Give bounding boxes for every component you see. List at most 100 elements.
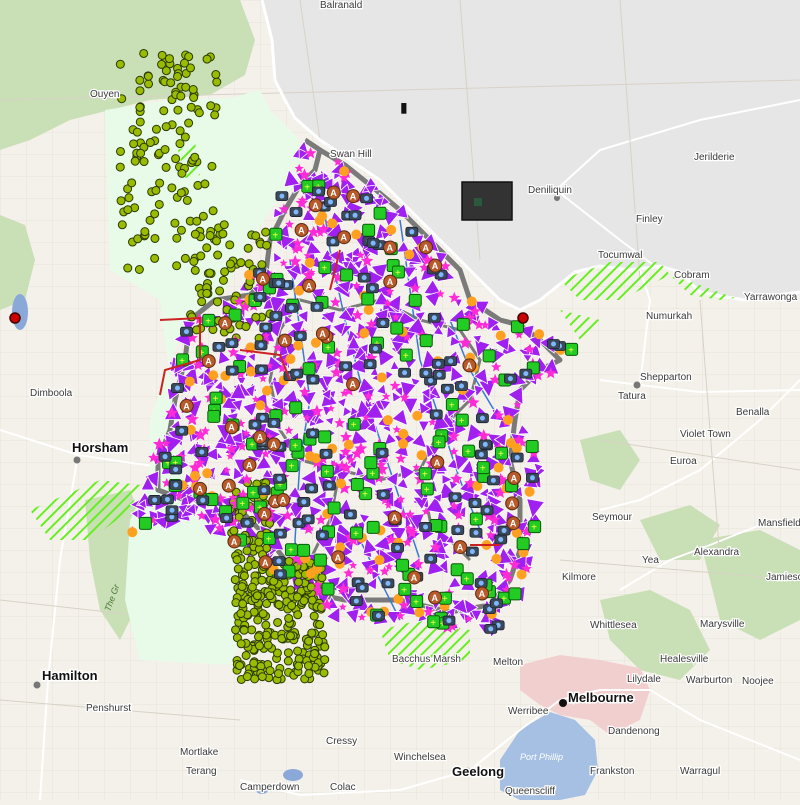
olive-circle-marker[interactable]: [192, 216, 202, 226]
orange-marker[interactable]: [495, 330, 506, 341]
olive-circle-marker[interactable]: [265, 591, 275, 601]
camera-marker[interactable]: [519, 368, 533, 379]
camera-marker[interactable]: [451, 525, 465, 536]
olive-circle-marker[interactable]: [132, 127, 142, 137]
olive-circle-marker[interactable]: [176, 225, 186, 235]
olive-circle-marker[interactable]: [257, 260, 267, 270]
green-square-marker[interactable]: [318, 430, 332, 444]
a-marker[interactable]: A: [253, 430, 268, 445]
camera-marker[interactable]: [375, 447, 389, 458]
olive-circle-marker[interactable]: [283, 648, 293, 658]
green-square-marker[interactable]: [327, 501, 341, 515]
orange-marker[interactable]: [511, 443, 522, 454]
olive-circle-marker[interactable]: [179, 58, 189, 68]
camera-marker[interactable]: [431, 358, 445, 369]
olive-circle-marker[interactable]: [175, 139, 185, 149]
olive-circle-marker[interactable]: [135, 102, 145, 112]
olive-circle-marker[interactable]: [115, 162, 125, 172]
a-marker[interactable]: A: [383, 274, 398, 289]
camera-marker[interactable]: [255, 364, 268, 375]
orange-marker[interactable]: [327, 218, 338, 229]
green-square-marker[interactable]: [362, 223, 376, 237]
olive-circle-marker[interactable]: [116, 196, 126, 206]
olive-circle-marker[interactable]: [135, 75, 145, 85]
camera-marker[interactable]: [468, 498, 482, 508]
a-marker[interactable]: A: [218, 316, 233, 331]
camera-marker[interactable]: [391, 542, 404, 553]
olive-circle-marker[interactable]: [263, 640, 273, 650]
olive-circle-marker[interactable]: [213, 250, 223, 260]
olive-circle-marker[interactable]: [151, 124, 161, 134]
orange-marker[interactable]: [244, 269, 255, 280]
orange-marker[interactable]: [363, 304, 374, 315]
orange-marker[interactable]: [127, 527, 138, 538]
olive-circle-marker[interactable]: [239, 625, 249, 635]
camera-marker[interactable]: [284, 302, 298, 313]
red-point-marker[interactable]: [517, 312, 529, 324]
orange-marker[interactable]: [305, 451, 316, 462]
olive-circle-marker[interactable]: [320, 642, 330, 652]
orange-marker[interactable]: [189, 470, 200, 481]
green-square-marker[interactable]: [366, 520, 380, 534]
a-marker[interactable]: A: [315, 326, 330, 341]
olive-circle-marker[interactable]: [235, 661, 245, 671]
olive-circle-marker[interactable]: [159, 106, 169, 116]
a-marker[interactable]: A: [308, 198, 323, 213]
orange-marker[interactable]: [359, 328, 370, 339]
olive-circle-marker[interactable]: [319, 668, 329, 678]
olive-circle-marker[interactable]: [167, 183, 177, 193]
olive-circle-marker[interactable]: [164, 54, 174, 64]
olive-circle-marker[interactable]: [206, 101, 216, 111]
a-marker[interactable]: A: [294, 223, 309, 238]
olive-circle-marker[interactable]: [210, 110, 220, 120]
camera-marker[interactable]: [526, 472, 539, 483]
olive-circle-marker[interactable]: [212, 297, 222, 307]
camera-marker[interactable]: [269, 311, 283, 322]
olive-circle-marker[interactable]: [150, 253, 160, 263]
orange-marker[interactable]: [398, 428, 409, 439]
olive-circle-marker[interactable]: [238, 599, 248, 609]
a-marker[interactable]: A: [276, 493, 291, 508]
olive-circle-marker[interactable]: [293, 577, 303, 587]
olive-circle-marker[interactable]: [189, 256, 199, 266]
orange-marker[interactable]: [255, 400, 266, 411]
a-marker[interactable]: A: [331, 550, 346, 565]
olive-circle-marker[interactable]: [251, 231, 261, 241]
olive-circle-marker[interactable]: [257, 575, 267, 585]
olive-circle-marker[interactable]: [202, 54, 212, 64]
orange-marker[interactable]: [502, 414, 513, 425]
olive-circle-marker[interactable]: [139, 48, 149, 58]
a-marker[interactable]: A: [506, 516, 521, 531]
olive-circle-marker[interactable]: [225, 240, 235, 250]
olive-circle-marker[interactable]: [253, 615, 263, 625]
olive-circle-marker[interactable]: [187, 312, 197, 322]
olive-circle-marker[interactable]: [173, 105, 183, 115]
camera-marker[interactable]: [360, 193, 373, 204]
olive-circle-marker[interactable]: [261, 620, 271, 630]
a-marker[interactable]: A: [266, 437, 281, 452]
olive-circle-marker[interactable]: [166, 78, 176, 88]
a-marker[interactable]: A: [224, 420, 239, 435]
olive-circle-marker[interactable]: [135, 86, 145, 96]
orange-marker[interactable]: [314, 215, 325, 226]
olive-circle-marker[interactable]: [172, 233, 182, 243]
olive-circle-marker[interactable]: [261, 227, 271, 237]
olive-circle-marker[interactable]: [205, 231, 215, 241]
olive-circle-marker[interactable]: [150, 233, 160, 243]
green-square-marker[interactable]: [408, 293, 422, 307]
green-square-marker[interactable]: [138, 516, 152, 530]
olive-circle-marker[interactable]: [190, 229, 200, 239]
olive-circle-marker[interactable]: [304, 669, 314, 679]
olive-circle-marker[interactable]: [129, 139, 139, 149]
a-marker[interactable]: A: [387, 510, 402, 525]
green-square-marker[interactable]: [289, 401, 303, 415]
camera-marker[interactable]: [158, 451, 172, 462]
camera-marker[interactable]: [180, 326, 193, 337]
olive-circle-marker[interactable]: [230, 575, 240, 585]
olive-circle-marker[interactable]: [254, 641, 264, 651]
camera-marker[interactable]: [398, 367, 411, 378]
camera-marker[interactable]: [440, 383, 454, 394]
olive-circle-marker[interactable]: [294, 661, 304, 671]
green-square-marker[interactable]: [373, 206, 387, 220]
olive-circle-marker[interactable]: [254, 632, 264, 642]
